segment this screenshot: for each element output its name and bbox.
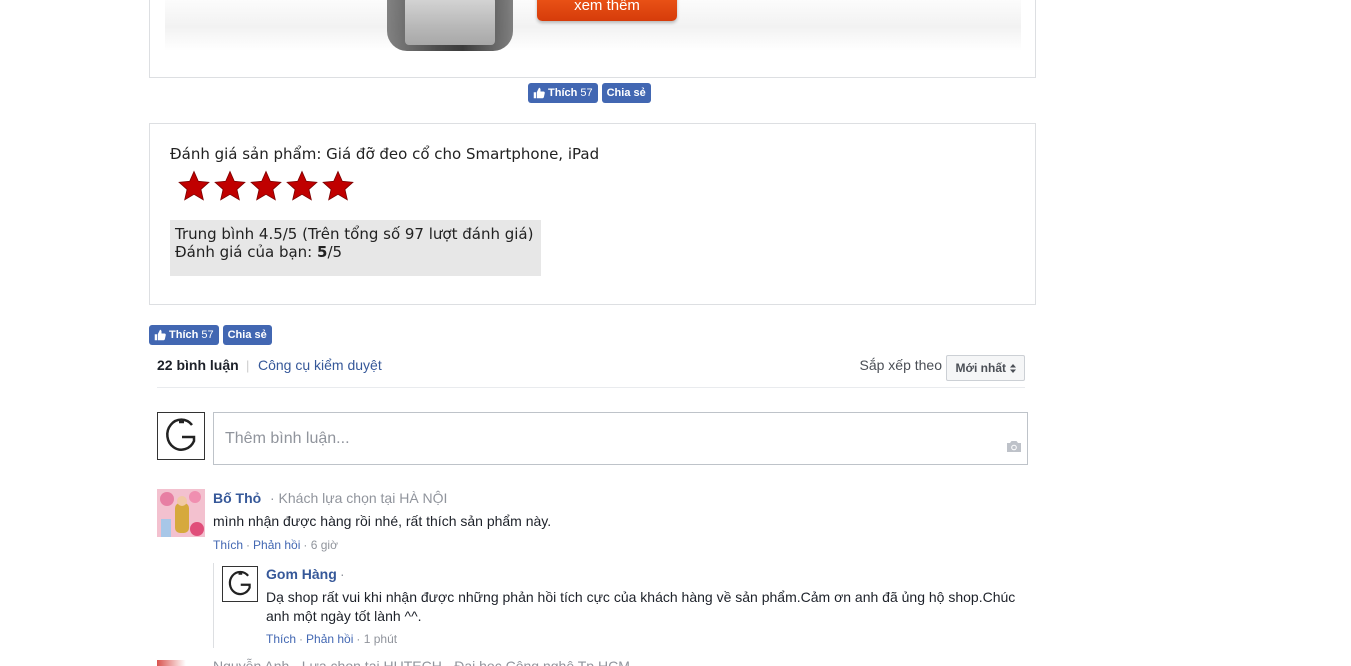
see-more-button[interactable]: xem thêm (537, 0, 677, 21)
comment-input[interactable] (213, 412, 1028, 465)
sort-dropdown[interactable]: Mới nhất (946, 355, 1025, 381)
fb-share-button[interactable]: Chia sẻ (222, 325, 272, 345)
fb-share-button[interactable]: Chia sẻ (601, 83, 651, 103)
next-comment-header: Nguyễn Anh · Lựa chọn tại HUTECH - Đại h… (213, 658, 630, 666)
next-commenter-avatar[interactable] (157, 660, 205, 666)
g-logo-icon (228, 570, 251, 596)
rating-average: Trung bình 4.5/5 (Trên tổng số 97 lượt đ… (175, 225, 534, 243)
fb-like-share-bottom: Thích 57 Chia sẻ (149, 325, 272, 345)
rating-stars[interactable] (178, 170, 354, 202)
comment-author[interactable]: Bố Thỏ (213, 490, 261, 506)
comment-like-link[interactable]: Thích (213, 538, 243, 552)
star-icon[interactable] (178, 170, 210, 202)
reply-thread-line (213, 563, 214, 648)
your-rating-suffix: /5 (327, 243, 343, 261)
sort-label: Sắp xếp theo (859, 357, 942, 373)
commenter-avatar[interactable] (157, 489, 205, 537)
fb-like-count: 57 (580, 87, 593, 99)
comment-count: 22 bình luận (157, 357, 239, 373)
reply-meta: · (340, 566, 345, 582)
your-rating: Đánh giá của bạn: 5/5 (175, 243, 541, 261)
reply-author[interactable]: Gom Hàng (266, 566, 337, 582)
fb-like-label: Thích (548, 87, 578, 99)
fb-like-button[interactable]: Thích 57 (528, 83, 598, 103)
rating-summary: Trung bình 4.5/5 (Trên tổng số 97 lượt đ… (170, 220, 541, 276)
header-divider: | (246, 358, 250, 373)
reply-like-link[interactable]: Thích (266, 632, 296, 646)
rating-title: Đánh giá sản phẩm: Giá đỡ đeo cổ cho Sma… (170, 145, 600, 163)
user-avatar (157, 412, 205, 460)
comment-time: · 6 giờ (303, 538, 338, 552)
sort-arrows-icon (1010, 363, 1016, 373)
thumbs-up-icon (533, 87, 545, 99)
moderation-tools-link[interactable]: Công cụ kiểm duyệt (258, 357, 382, 373)
reply-actions: Thích · Phản hồi · 1 phút (266, 632, 398, 646)
fb-like-label: Thích (169, 329, 199, 341)
product-image (387, 0, 513, 51)
sort-value: Mới nhất (955, 361, 1006, 375)
your-rating-value: 5 (317, 243, 328, 261)
g-logo-icon (166, 418, 196, 451)
camera-icon[interactable] (1006, 440, 1022, 453)
fb-like-count: 57 (201, 329, 214, 341)
comment-meta: · Khách lựa chọn tại HÀ NỘI (270, 490, 448, 506)
avatar-photo (157, 489, 205, 537)
star-icon[interactable] (286, 170, 318, 202)
reply-reply-link[interactable]: Phản hồi (306, 632, 353, 646)
fb-like-share-top: Thích 57 Chia sẻ (528, 83, 651, 103)
rating-box: Đánh giá sản phẩm: Giá đỡ đeo cổ cho Sma… (149, 123, 1036, 305)
thumbs-up-icon (154, 329, 166, 341)
reply-avatar[interactable] (222, 566, 258, 602)
product-banner-box: xem thêm (149, 0, 1036, 78)
comment-actions: Thích · Phản hồi · 6 giờ (213, 538, 338, 552)
your-rating-prefix: Đánh giá của bạn: (175, 243, 318, 261)
reply-time: · 1 phút (356, 632, 398, 646)
star-icon[interactable] (250, 170, 282, 202)
comment-reply-link[interactable]: Phản hồi (253, 538, 300, 552)
star-icon[interactable] (322, 170, 354, 202)
fb-like-button[interactable]: Thích 57 (149, 325, 219, 345)
star-icon[interactable] (214, 170, 246, 202)
product-banner: xem thêm (165, 0, 1021, 51)
reply-text: Dạ shop rất vui khi nhận được những phản… (266, 589, 1016, 624)
comments-header: 22 bình luận | Công cụ kiểm duyệt Sắp xế… (157, 355, 1025, 388)
comment-text: mình nhận được hàng rồi nhé, rất thích s… (213, 513, 552, 529)
